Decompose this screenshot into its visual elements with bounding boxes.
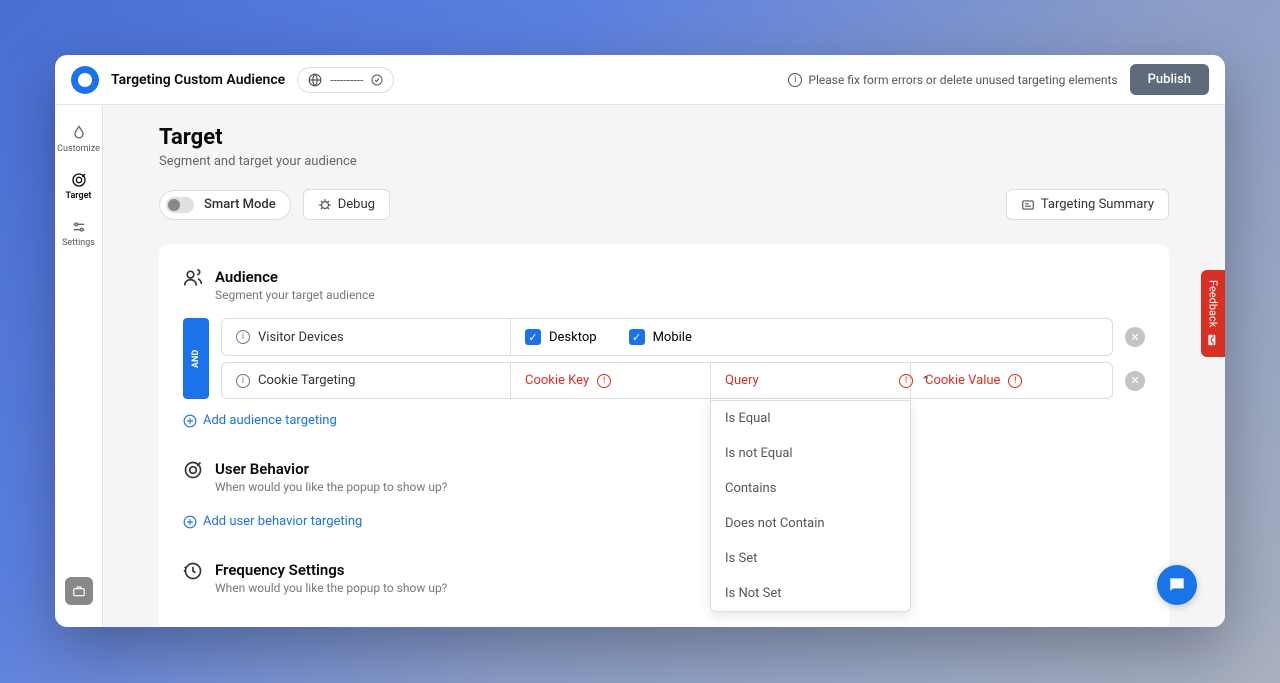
rule-label-cell: i Visitor Devices — [221, 318, 511, 356]
error-icon: ! — [597, 374, 611, 388]
app-window: Targeting Custom Audience ---------- i P… — [55, 55, 1225, 627]
sidebar-item-customize[interactable]: Customize — [55, 117, 102, 162]
history-icon — [183, 561, 203, 581]
remove-rule-button[interactable]: ✕ — [1125, 371, 1145, 391]
behavior-section: User Behavior When would you like the po… — [183, 460, 1145, 533]
remove-rule-button[interactable]: ✕ — [1125, 327, 1145, 347]
error-icon: ! — [899, 374, 913, 388]
behavior-subtitle: When would you like the popup to show up… — [215, 480, 447, 494]
checkbox-mobile[interactable]: ✓ — [629, 329, 645, 345]
query-input[interactable] — [725, 373, 891, 388]
rule-cookie-targeting: i Cookie Targeting Cookie Key ! ! — [221, 362, 1145, 399]
sidebar: Customize Target Settings — [55, 105, 103, 627]
globe-icon — [308, 73, 322, 87]
topbar: Targeting Custom Audience ---------- i P… — [55, 55, 1225, 105]
rule-block: AND i Visitor Devices ✓ Desktop — [183, 318, 1145, 399]
briefcase-icon — [72, 584, 86, 598]
info-icon: i — [236, 330, 250, 344]
inbox-icon — [1206, 333, 1220, 347]
page-title: Target — [159, 125, 1169, 150]
main-content: Target Segment and target your audience … — [103, 105, 1225, 627]
rule-value-cell: ✓ Desktop ✓ Mobile — [511, 318, 1113, 356]
sidebar-item-settings[interactable]: Settings — [55, 211, 102, 256]
controls-row: Smart Mode Debug Targeting Summary — [159, 189, 1169, 220]
dropdown-option[interactable]: Is Set — [711, 541, 910, 576]
cursor-icon — [183, 460, 203, 480]
debug-button[interactable]: Debug — [303, 189, 390, 220]
plus-circle-icon — [183, 515, 197, 529]
rule-label-cell: i Cookie Targeting — [221, 362, 511, 399]
info-icon: i — [236, 374, 250, 388]
dropdown-option[interactable]: Contains — [711, 471, 910, 506]
cookie-value-cell[interactable]: Cookie Value ! — [911, 362, 1113, 399]
campaign-status-pill[interactable]: ---------- — [297, 67, 394, 93]
and-badge: AND — [183, 318, 209, 399]
error-icon: ! — [1008, 374, 1022, 388]
toggle-icon — [166, 197, 194, 213]
query-dropdown-cell[interactable]: ! ⌃ Is Equal Is not Equal Contains Does … — [711, 362, 911, 399]
frequency-title: Frequency Settings — [215, 561, 447, 579]
dropdown-option[interactable]: Is not Equal — [711, 436, 910, 471]
dropdown-option[interactable]: Is Not Set — [711, 576, 910, 611]
sidebar-item-target[interactable]: Target — [55, 164, 102, 209]
publish-button[interactable]: Publish — [1130, 64, 1209, 95]
audience-section: Audience Segment your target audience AN… — [183, 268, 1145, 432]
audience-title: Audience — [215, 268, 375, 286]
page-subtitle: Segment and target your audience — [159, 154, 1169, 169]
rule-visitor-devices: i Visitor Devices ✓ Desktop ✓ Mobile — [221, 318, 1145, 356]
smart-mode-toggle[interactable]: Smart Mode — [159, 190, 291, 220]
chevron-up-icon: ⌃ — [921, 374, 930, 387]
behavior-title: User Behavior — [215, 460, 447, 478]
logo-icon — [71, 66, 99, 94]
plus-circle-icon — [183, 414, 197, 428]
query-dropdown: Is Equal Is not Equal Contains Does not … — [710, 400, 911, 612]
chat-fab[interactable] — [1157, 565, 1197, 605]
targeting-card: Audience Segment your target audience AN… — [159, 244, 1169, 627]
frequency-subtitle: When would you like the popup to show up… — [215, 581, 447, 595]
frequency-section: Frequency Settings When would you like t… — [183, 561, 1145, 595]
body: Customize Target Settings Target Segment… — [55, 105, 1225, 627]
dropdown-option[interactable]: Is Equal — [711, 401, 910, 436]
cookie-key-cell[interactable]: Cookie Key ! — [511, 362, 711, 399]
summary-icon — [1021, 198, 1035, 212]
audience-subtitle: Segment your target audience — [215, 288, 375, 302]
targeting-summary-button[interactable]: Targeting Summary — [1006, 189, 1169, 220]
audience-icon — [183, 268, 203, 288]
feedback-tab[interactable]: Feedback — [1201, 270, 1225, 357]
droplet-icon — [71, 125, 87, 141]
sliders-icon — [71, 219, 87, 235]
briefcase-button[interactable] — [65, 577, 93, 605]
bug-icon — [318, 198, 332, 212]
form-error-message: i Please fix form errors or delete unuse… — [788, 73, 1117, 87]
info-icon: i — [788, 73, 802, 87]
chat-icon — [1167, 575, 1187, 595]
page-name: Targeting Custom Audience — [111, 72, 285, 88]
add-behavior-link[interactable]: Add user behavior targeting — [183, 510, 1145, 533]
target-icon — [71, 172, 87, 188]
checkbox-desktop[interactable]: ✓ — [525, 329, 541, 345]
check-circle-icon — [371, 74, 383, 86]
add-audience-link[interactable]: Add audience targeting — [183, 409, 1145, 432]
dropdown-option[interactable]: Does not Contain — [711, 506, 910, 541]
